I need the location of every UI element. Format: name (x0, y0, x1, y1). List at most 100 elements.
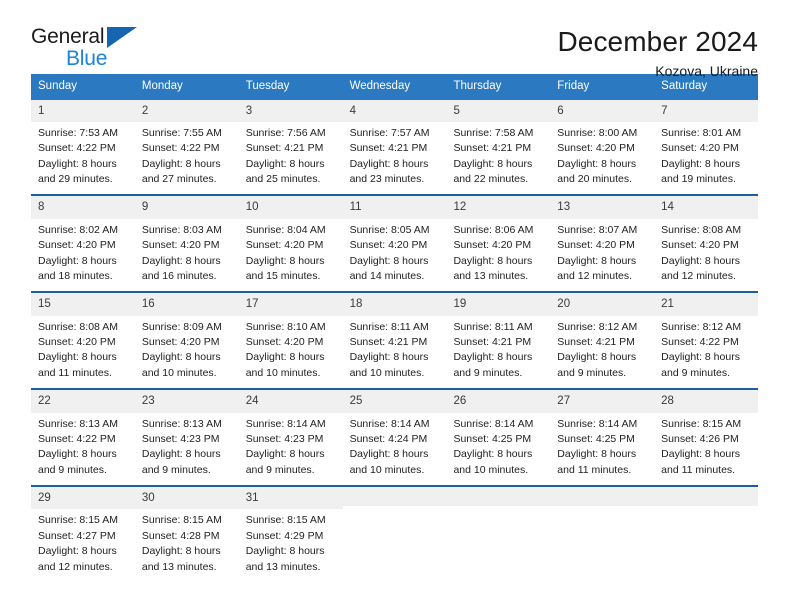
day-number: 14 (654, 196, 759, 219)
daylight-text-line1: Daylight: 8 hours (38, 448, 117, 461)
day-cell-empty (654, 487, 759, 575)
sunrise-text: Sunrise: 8:07 AM (557, 223, 638, 236)
day-number: 15 (31, 293, 135, 316)
day-cell[interactable]: 28 Sunrise: 8:15 AM Sunset: 4:26 PM Dayligh… (654, 390, 759, 479)
day-cell[interactable]: 11 Sunrise: 8:05 AM Sunset: 4:20 PM Dayligh… (342, 196, 447, 285)
sunrise-text: Sunrise: 8:10 AM (245, 320, 326, 333)
day-cell[interactable]: 14 Sunrise: 8:08 AM Sunset: 4:20 PM Dayligh… (654, 196, 759, 285)
daylight-text-line2: and 11 minutes. (38, 366, 112, 379)
sunset-text: Sunset: 4:29 PM (245, 529, 324, 542)
day-details: Sunrise: 8:07 AM Sunset: 4:20 PM Daylight:… (550, 219, 654, 285)
sunrise-text: Sunrise: 8:14 AM (245, 417, 326, 430)
day-cell[interactable]: 15 Sunrise: 8:08 AM Sunset: 4:20 PM Dayligh… (31, 293, 135, 382)
sunrise-text: Sunrise: 7:56 AM (245, 126, 326, 139)
sunset-text: Sunset: 4:21 PM (557, 336, 635, 349)
day-cell[interactable]: 19 Sunrise: 8:11 AM Sunset: 4:21 PM Dayligh… (446, 293, 551, 382)
day-cell[interactable]: 3 Sunrise: 7:56 AM Sunset: 4:21 PM Daylight… (238, 99, 343, 188)
general-blue-logo[interactable]: General Blue (31, 26, 151, 74)
week-row: 1 Sunrise: 7:53 AM Sunset: 4:22 PM Daylight… (31, 99, 759, 188)
sunrise-text: Sunrise: 8:01 AM (661, 126, 742, 139)
day-cell[interactable]: 23 Sunrise: 8:13 AM Sunset: 4:23 PM Dayligh… (134, 390, 239, 479)
daylight-text-line2: and 15 minutes. (245, 269, 321, 282)
day-cell-empty (342, 487, 447, 575)
day-cell[interactable]: 12 Sunrise: 8:06 AM Sunset: 4:20 PM Dayligh… (446, 196, 551, 285)
day-cell[interactable]: 31 Sunrise: 8:15 AM Sunset: 4:29 PM Dayligh… (238, 487, 343, 575)
day-cell[interactable]: 26 Sunrise: 8:14 AM Sunset: 4:25 PM Dayligh… (446, 390, 551, 479)
day-cell[interactable]: 24 Sunrise: 8:14 AM Sunset: 4:23 PM Dayligh… (238, 390, 343, 479)
day-cell[interactable]: 29 Sunrise: 8:15 AM Sunset: 4:27 PM Dayligh… (31, 487, 135, 575)
day-cell[interactable]: 8 Sunrise: 8:02 AM Sunset: 4:20 PM Daylight… (31, 196, 135, 285)
day-cell[interactable]: 5 Sunrise: 7:58 AM Sunset: 4:21 PM Daylight… (446, 99, 551, 188)
daylight-text-line1: Daylight: 8 hours (349, 351, 429, 364)
sunrise-text: Sunrise: 8:15 AM (245, 514, 326, 527)
sunset-text: Sunset: 4:22 PM (141, 142, 220, 155)
day-number: 29 (31, 487, 135, 510)
daylight-text-line1: Daylight: 8 hours (453, 351, 533, 364)
day-details: Sunrise: 8:04 AM Sunset: 4:20 PM Daylight:… (239, 219, 343, 285)
sunset-text: Sunset: 4:21 PM (349, 142, 428, 155)
day-details: Sunrise: 8:01 AM Sunset: 4:20 PM Daylight:… (654, 122, 758, 188)
sunrise-text: Sunrise: 8:08 AM (661, 223, 742, 236)
day-number: 25 (342, 390, 447, 413)
sunset-text: Sunset: 4:20 PM (557, 142, 635, 155)
daylight-text-line1: Daylight: 8 hours (141, 448, 221, 461)
sunset-text: Sunset: 4:24 PM (349, 432, 428, 445)
sunset-text: Sunset: 4:20 PM (141, 336, 220, 349)
daylight-text-line1: Daylight: 8 hours (349, 157, 429, 170)
daylight-text-line2: and 12 minutes. (38, 560, 113, 573)
day-cell[interactable]: 27 Sunrise: 8:14 AM Sunset: 4:25 PM Dayligh… (550, 390, 655, 479)
day-number: 27 (550, 390, 655, 413)
daylight-text-line2: and 10 minutes. (453, 463, 529, 476)
day-details: Sunrise: 8:15 AM Sunset: 4:29 PM Daylight:… (239, 509, 343, 575)
day-cell-empty (446, 487, 551, 575)
daylight-text-line2: and 13 minutes. (141, 560, 217, 573)
daylight-text-line1: Daylight: 8 hours (141, 351, 221, 364)
day-cell[interactable]: 6 Sunrise: 8:00 AM Sunset: 4:20 PM Daylight… (550, 99, 655, 188)
day-cell[interactable]: 13 Sunrise: 8:07 AM Sunset: 4:20 PM Dayligh… (550, 196, 655, 285)
daylight-text-line1: Daylight: 8 hours (38, 545, 117, 558)
page-header: General Blue December 2024 Kozova, Ukrai… (0, 0, 792, 79)
sunrise-text: Sunrise: 7:58 AM (453, 126, 534, 139)
day-number: 6 (550, 99, 655, 122)
sunrise-text: Sunrise: 8:15 AM (661, 417, 742, 430)
day-number: 23 (134, 390, 239, 413)
day-cell[interactable]: 17 Sunrise: 8:10 AM Sunset: 4:20 PM Dayligh… (238, 293, 343, 382)
weekday-header-tuesday: Tuesday (245, 80, 290, 92)
daylight-text-line2: and 11 minutes. (661, 463, 736, 476)
day-cell[interactable]: 7 Sunrise: 8:01 AM Sunset: 4:20 PM Daylight… (654, 99, 759, 188)
day-number: 1 (31, 99, 135, 122)
day-number: 19 (446, 293, 551, 316)
day-cell[interactable]: 22 Sunrise: 8:13 AM Sunset: 4:22 PM Dayligh… (31, 390, 135, 479)
day-cell[interactable]: 9 Sunrise: 8:03 AM Sunset: 4:20 PM Daylight… (134, 196, 239, 285)
daylight-text-line1: Daylight: 8 hours (349, 254, 429, 267)
daylight-text-line2: and 13 minutes. (245, 560, 321, 573)
day-cell[interactable]: 21 Sunrise: 8:12 AM Sunset: 4:22 PM Dayligh… (654, 293, 759, 382)
day-number: 17 (238, 293, 343, 316)
daylight-text-line1: Daylight: 8 hours (245, 254, 325, 267)
daylight-text-line2: and 12 minutes. (557, 269, 633, 282)
sunset-text: Sunset: 4:21 PM (349, 336, 428, 349)
day-number: 4 (342, 99, 447, 122)
day-cell[interactable]: 16 Sunrise: 8:09 AM Sunset: 4:20 PM Dayligh… (134, 293, 239, 382)
day-cell[interactable]: 1 Sunrise: 7:53 AM Sunset: 4:22 PM Daylight… (31, 99, 135, 188)
day-details: Sunrise: 8:14 AM Sunset: 4:23 PM Daylight:… (239, 413, 343, 479)
daylight-text-line2: and 9 minutes. (453, 366, 523, 379)
day-number: 21 (654, 293, 759, 316)
day-number (550, 487, 655, 507)
day-cell[interactable]: 10 Sunrise: 8:04 AM Sunset: 4:20 PM Dayligh… (238, 196, 343, 285)
day-cell[interactable]: 20 Sunrise: 8:12 AM Sunset: 4:21 PM Dayligh… (550, 293, 655, 382)
day-cell[interactable]: 18 Sunrise: 8:11 AM Sunset: 4:21 PM Dayligh… (342, 293, 447, 382)
weekday-header-saturday: Saturday (661, 80, 708, 92)
day-details: Sunrise: 8:12 AM Sunset: 4:22 PM Daylight:… (654, 316, 758, 382)
sunset-text: Sunset: 4:25 PM (453, 432, 532, 445)
day-number: 20 (550, 293, 655, 316)
daylight-text-line2: and 10 minutes. (141, 366, 217, 379)
day-cell[interactable]: 25 Sunrise: 8:14 AM Sunset: 4:24 PM Dayligh… (342, 390, 447, 479)
daylight-text-line2: and 18 minutes. (38, 269, 113, 282)
day-cell[interactable]: 2 Sunrise: 7:55 AM Sunset: 4:22 PM Daylight… (134, 99, 239, 188)
day-cell[interactable]: 4 Sunrise: 7:57 AM Sunset: 4:21 PM Daylight… (342, 99, 447, 188)
day-number: 11 (342, 196, 447, 219)
day-number: 12 (446, 196, 551, 219)
day-cell-empty (550, 487, 655, 575)
day-cell[interactable]: 30 Sunrise: 8:15 AM Sunset: 4:28 PM Dayligh… (134, 487, 239, 575)
